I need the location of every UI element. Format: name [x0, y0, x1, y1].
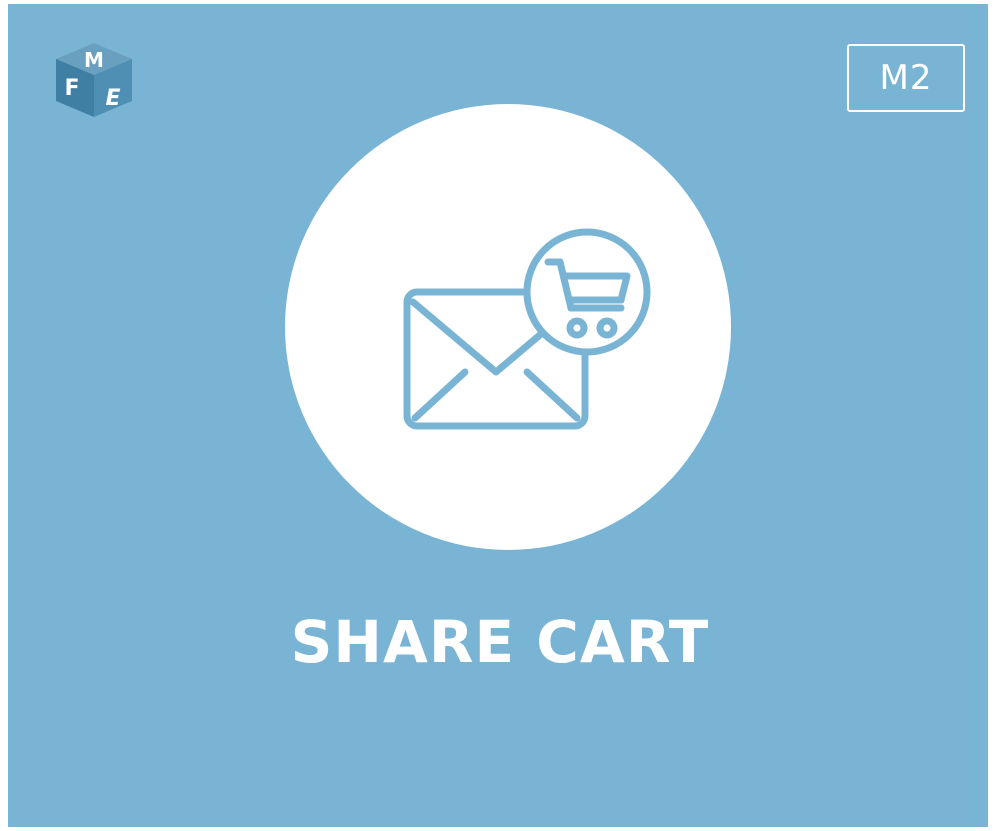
svg-text:E: E [105, 86, 120, 111]
magento2-badge: M2 [847, 44, 965, 112]
product-title: SHARE CART [290, 608, 710, 676]
envelope-cart-icon [393, 222, 653, 432]
fme-logo-icon: M F E [50, 39, 138, 119]
svg-text:F: F [64, 76, 79, 101]
product-banner: M F E M2 [8, 4, 988, 827]
svg-text:M: M [84, 48, 104, 72]
